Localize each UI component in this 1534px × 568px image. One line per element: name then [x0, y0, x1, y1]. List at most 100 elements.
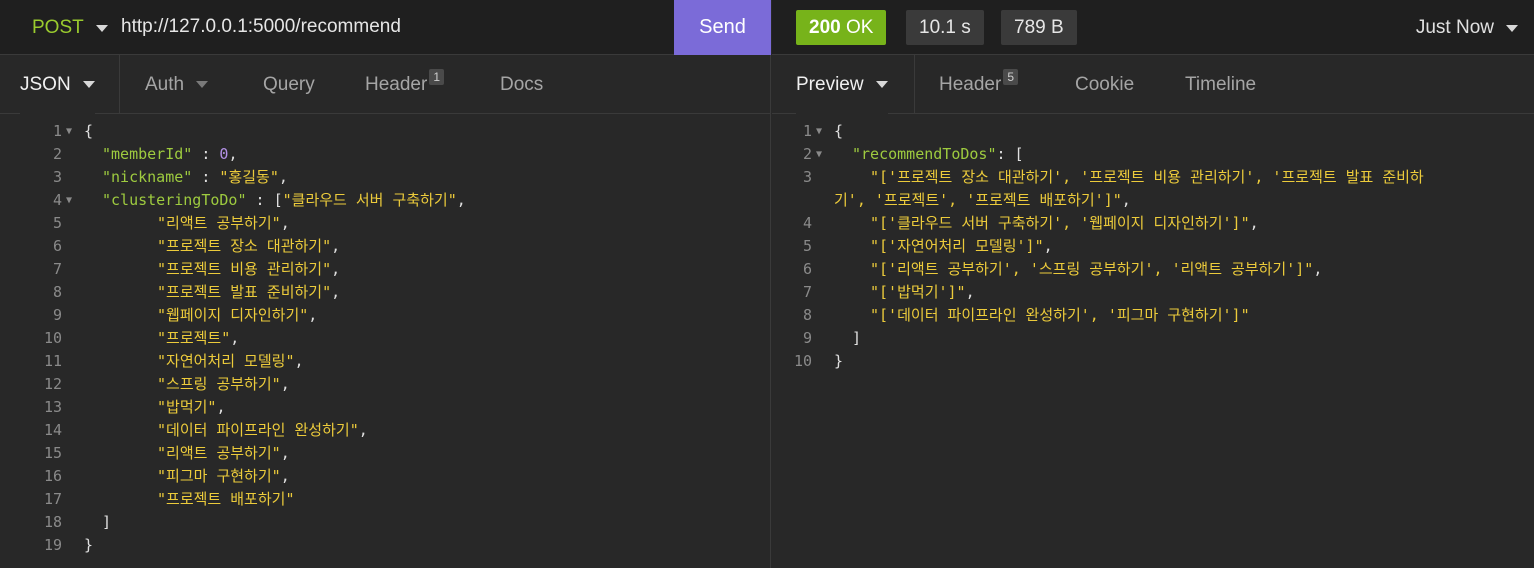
json-punct: ,: [230, 329, 240, 347]
method-dropdown[interactable]: POST: [32, 17, 108, 39]
fold-toggle-icon[interactable]: ▼: [816, 143, 828, 166]
json-key: "clusteringToDo": [102, 191, 247, 209]
tab-label: Timeline: [1185, 73, 1257, 95]
fold-toggle-icon[interactable]: ▼: [66, 120, 78, 143]
json-punct: :: [192, 168, 220, 186]
code-line: 4 "['클라우드 서버 구축하기', '웹페이지 디자인하기']",: [772, 212, 1534, 235]
json-punct: {: [84, 122, 94, 140]
code-text: 기', '프로젝트', '프로젝트 배포하기']",: [834, 189, 1131, 212]
tab-preview[interactable]: Preview: [796, 55, 888, 114]
request-tabbar: JSON Auth Query Header 1 Docs: [0, 55, 770, 114]
json-punct: ,: [278, 168, 288, 186]
code-text: "memberId" : 0,: [102, 143, 237, 166]
line-number: 12: [43, 375, 62, 393]
tab-auth[interactable]: Auth: [145, 55, 209, 114]
response-tabbar: Preview Header 5 Cookie Timeline: [772, 55, 1534, 114]
tab-header[interactable]: Header 1: [365, 55, 445, 114]
json-string: "['자연어처리 모델링']": [870, 237, 1044, 255]
url-input[interactable]: http://127.0.0.1:5000/recommend: [121, 16, 401, 38]
code-text: "피그마 구현하기",: [157, 465, 290, 488]
tab-label: Header: [365, 73, 428, 95]
tab-response-header[interactable]: Header 5: [939, 55, 1019, 114]
json-punct: ,: [331, 237, 341, 255]
code-text: "['밥먹기']",: [870, 281, 975, 304]
header-count-badge: 5: [1003, 68, 1019, 85]
json-punct: ]: [852, 329, 862, 347]
json-punct: ,: [228, 145, 238, 163]
code-line: 8 "프로젝트 발표 준비하기",: [0, 281, 770, 304]
code-line: 5 "리액트 공부하기",: [0, 212, 770, 235]
tab-query[interactable]: Query: [263, 55, 315, 114]
line-number: 2: [802, 145, 812, 163]
tab-cookie[interactable]: Cookie: [1075, 55, 1134, 114]
status-text: OK: [845, 17, 874, 38]
json-punct: :: [192, 145, 220, 163]
tab-docs[interactable]: Docs: [500, 55, 543, 114]
code-text: "clusteringToDo" : ["클라우드 서버 구축하기",: [102, 189, 466, 212]
line-number: 9: [52, 306, 62, 324]
json-string: "['리액트 공부하기', '스프링 공부하기', '리액트 공부하기']": [870, 260, 1314, 278]
line-number: 5: [802, 237, 812, 255]
json-string: "['밥먹기']": [870, 283, 966, 301]
json-punct: ]: [102, 513, 112, 531]
code-text: "밥먹기",: [157, 396, 226, 419]
code-line: 10 "프로젝트",: [0, 327, 770, 350]
code-line: 기', '프로젝트', '프로젝트 배포하기']",: [772, 189, 1534, 212]
tab-divider: [914, 55, 915, 114]
code-line: 19}: [0, 534, 770, 557]
code-text: ]: [852, 327, 861, 350]
json-string: "프로젝트 발표 준비하기": [157, 283, 332, 301]
line-number: 14: [43, 421, 62, 439]
code-line: 15 "리액트 공부하기",: [0, 442, 770, 465]
code-text: "['데이터 파이프라인 완성하기', '피그마 구현하기']": [870, 304, 1250, 327]
fold-toggle-icon[interactable]: ▼: [816, 120, 828, 143]
line-number: 18: [43, 513, 62, 531]
json-string: "밥먹기": [157, 398, 217, 416]
chevron-down-icon: [875, 81, 888, 88]
tab-label: Preview: [796, 73, 864, 95]
json-punct: ,: [331, 283, 341, 301]
code-text: "리액트 공부하기",: [157, 442, 290, 465]
json-string: "['프로젝트 장소 대관하기', '프로젝트 비용 관리하기', '프로젝트 …: [870, 168, 1424, 186]
json-punct: ,: [216, 398, 226, 416]
json-punct: ,: [456, 191, 466, 209]
status-code: 200: [809, 17, 841, 38]
json-punct: : [: [996, 145, 1024, 163]
json-punct: ,: [965, 283, 975, 301]
send-button[interactable]: Send: [674, 0, 771, 55]
line-number: 8: [802, 306, 812, 324]
code-text: "데이터 파이프라인 완성하기",: [157, 419, 368, 442]
code-text: "프로젝트",: [157, 327, 239, 350]
code-line: 11 "자연어처리 모델링",: [0, 350, 770, 373]
json-key: "recommendToDos": [852, 145, 997, 163]
header-count-badge: 1: [429, 68, 445, 85]
code-line: 18]: [0, 511, 770, 534]
response-status-bar: 200 OK 10.1 s 789 B Just Now: [772, 0, 1534, 55]
code-line: 1 ▼ {: [772, 120, 1534, 143]
code-text: "['자연어처리 모델링']",: [870, 235, 1053, 258]
code-line: 3 "nickname" : "홍길동",: [0, 166, 770, 189]
code-text: ]: [102, 511, 111, 534]
history-label: Just Now: [1415, 17, 1494, 38]
tab-timeline[interactable]: Timeline: [1185, 55, 1256, 114]
tab-divider: [119, 55, 120, 114]
code-text: }: [834, 350, 843, 373]
json-punct: }: [84, 536, 94, 554]
code-line: 6 "프로젝트 장소 대관하기",: [0, 235, 770, 258]
json-string: "프로젝트 배포하기": [157, 490, 295, 508]
json-key: "memberId": [102, 145, 193, 163]
tab-label: JSON: [20, 73, 71, 95]
line-number: 10: [793, 352, 812, 370]
tab-json[interactable]: JSON: [20, 55, 95, 114]
fold-toggle-icon[interactable]: ▼: [66, 189, 78, 212]
line-number: 3: [52, 168, 62, 186]
request-pane: POST http://127.0.0.1:5000/recommend Sen…: [0, 0, 771, 568]
chevron-down-icon: [196, 81, 209, 88]
line-number: 6: [52, 237, 62, 255]
line-number: 6: [802, 260, 812, 278]
chevron-down-icon: [95, 24, 108, 32]
code-line: 7 "프로젝트 비용 관리하기",: [0, 258, 770, 281]
history-dropdown[interactable]: Just Now: [1416, 17, 1518, 39]
json-string: "['데이터 파이프라인 완성하기', '피그마 구현하기']": [870, 306, 1250, 324]
json-punct: ,: [280, 375, 290, 393]
